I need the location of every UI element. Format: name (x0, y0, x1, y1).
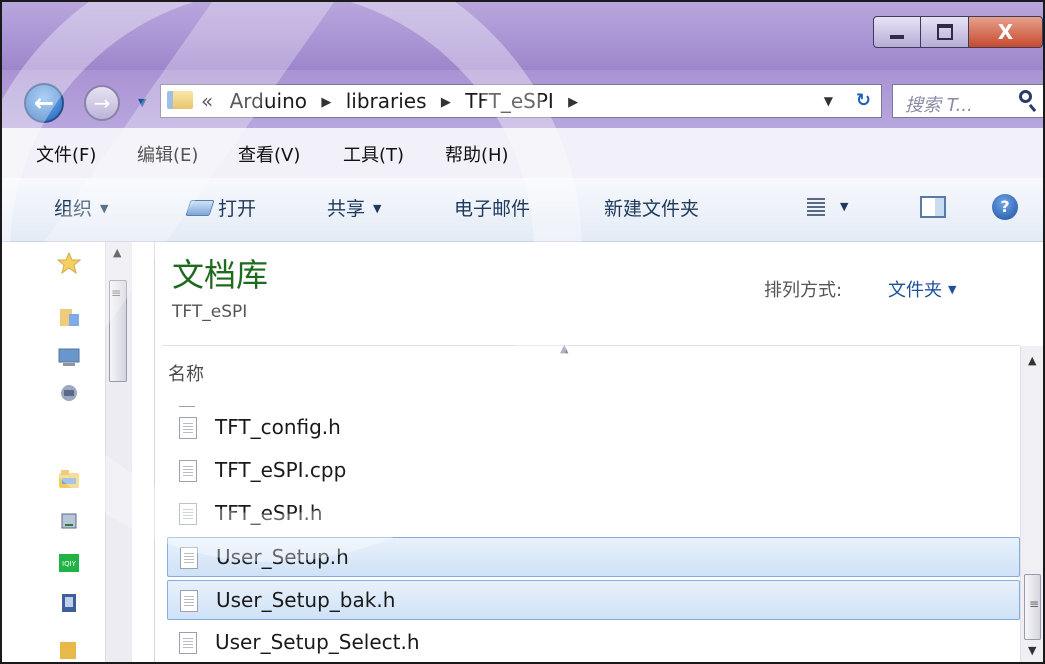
arrange-by-value: 文件夹 (888, 280, 942, 301)
window-controls: X (873, 16, 1043, 50)
menu-file[interactable]: 文件(F) (36, 141, 96, 167)
menu-tools[interactable]: 工具(T) (343, 141, 404, 167)
header-divider (162, 345, 1020, 346)
navigation-bar: ← → ▼ « Arduino ▶ libraries ▶ TFT_eSPI ▶… (2, 70, 1043, 128)
command-bar: 组织 ▼ 打开 共享 ▼ 电子邮件 新建文件夹 ▼ ? (2, 178, 1043, 242)
maximize-icon (936, 24, 953, 40)
search-icon[interactable] (1019, 90, 1032, 103)
recent-pages-dropdown[interactable]: ▼ (138, 96, 146, 109)
network-icon[interactable] (57, 382, 81, 404)
file-icon (179, 632, 197, 654)
file-name: TFT_eSPI.h (215, 501, 323, 525)
file-name: User_Setup_Select.h (215, 630, 420, 654)
menu-edit[interactable]: 编辑(E) (137, 141, 198, 167)
close-icon: X (997, 20, 1014, 44)
minimize-button[interactable] (873, 16, 921, 48)
back-arrow-icon: ← (33, 89, 55, 117)
computer-icon[interactable] (57, 346, 81, 368)
file-name: User_Setup.h (216, 545, 349, 569)
change-view-icon[interactable] (807, 198, 825, 216)
breadcrumb-tft-espi[interactable]: TFT_eSPI (465, 89, 554, 113)
title-bar: X (2, 2, 1043, 70)
file-name: TFT_config.h (215, 415, 341, 439)
file-row[interactable]: TFT_config.h (167, 408, 1020, 448)
file-row[interactable]: TFT_eSPI.h (167, 494, 1020, 534)
breadcrumb-separator-icon[interactable]: ▶ (441, 95, 451, 110)
file-row[interactable]: User_Setup_bak.h (167, 580, 1020, 620)
library-folder-icon[interactable] (57, 468, 81, 490)
open-label: 打开 (218, 198, 257, 220)
explorer-window: X ← → ▼ « Arduino ▶ libraries ▶ TFT_eSPI… (0, 0, 1045, 664)
breadcrumb-separator-icon[interactable]: ▶ (321, 95, 331, 110)
library-title: 文档库 (172, 256, 269, 294)
search-field[interactable]: 搜索 T... (892, 84, 1043, 118)
library-subtitle: TFT_eSPI (172, 302, 248, 322)
column-header-name[interactable]: 名称 (168, 360, 204, 386)
file-name: User_Setup_bak.h (216, 588, 396, 612)
breadcrumb-separator-icon[interactable]: ▶ (568, 95, 578, 110)
file-row[interactable]: TFT_eSPI.cpp (167, 451, 1020, 491)
file-list-scrollbar[interactable]: ▲ ≡ ▼ (1020, 346, 1043, 662)
sort-ascending-icon: ▲ (560, 342, 569, 355)
file-icon (179, 460, 197, 482)
scroll-down-icon[interactable]: ▼ (1028, 644, 1036, 657)
close-button[interactable]: X (969, 16, 1043, 48)
desktop-folder-icon[interactable] (57, 306, 81, 328)
organize-button[interactable]: 组织 ▼ (54, 194, 108, 221)
address-bar[interactable]: « Arduino ▶ libraries ▶ TFT_eSPI ▶ ▼ ↻ (160, 84, 882, 118)
chevron-down-icon: ▼ (373, 202, 382, 215)
minimize-icon (890, 35, 904, 39)
preview-pane-icon[interactable] (920, 196, 946, 218)
arrange-by-dropdown[interactable]: 文件夹 ▼ (888, 276, 956, 302)
file-icon (180, 547, 198, 569)
favorites-star-icon[interactable] (57, 252, 81, 274)
svg-text:IQIY: IQIY (62, 560, 77, 568)
new-folder-button[interactable]: 新建文件夹 (604, 194, 699, 221)
file-row[interactable]: User_Setup_Select.h (167, 623, 1020, 662)
forward-arrow-icon: → (93, 91, 111, 115)
navigation-pane-scrollbar[interactable]: ▲ ≡ (105, 242, 132, 662)
email-button[interactable]: 电子邮件 (454, 194, 530, 221)
grip-icon: ≡ (1029, 597, 1040, 611)
breadcrumb-arduino[interactable]: Arduino (230, 89, 307, 113)
maximize-button[interactable] (921, 16, 969, 48)
chevron-down-icon: ▼ (948, 283, 957, 296)
chevron-down-icon: ▼ (100, 202, 109, 215)
forward-button[interactable]: → (84, 85, 120, 121)
open-icon (185, 200, 215, 216)
arrange-by-label: 排列方式: (764, 280, 843, 301)
menu-bar: 文件(F) 编辑(E) 查看(V) 工具(T) 帮助(H) (2, 128, 1043, 179)
back-button[interactable]: ← (24, 83, 64, 123)
breadcrumb: « Arduino ▶ libraries ▶ TFT_eSPI ▶ (201, 89, 586, 113)
address-dropdown-icon[interactable]: ▼ (824, 94, 833, 108)
search-placeholder: 搜索 T... (905, 95, 973, 116)
drive-icon[interactable] (57, 510, 81, 532)
scroll-thumb[interactable]: ≡ (1024, 574, 1041, 640)
help-icon[interactable]: ? (992, 194, 1018, 220)
refresh-icon[interactable]: ↻ (856, 90, 871, 111)
organize-label: 组织 (54, 198, 93, 220)
grip-icon: ≡ (111, 286, 122, 300)
breadcrumb-overflow[interactable]: « (201, 89, 213, 113)
file-icon (179, 503, 197, 525)
menu-help[interactable]: 帮助(H) (445, 141, 509, 167)
scroll-up-icon[interactable]: ▲ (1028, 354, 1036, 367)
library-folder-icon (167, 91, 193, 109)
breadcrumb-libraries[interactable]: libraries (346, 89, 427, 113)
file-name: TFT_eSPI.cpp (215, 458, 347, 482)
folder-icon[interactable] (57, 638, 81, 660)
view-options-dropdown-icon[interactable]: ▼ (840, 200, 848, 213)
share-button[interactable]: 共享 ▼ (327, 194, 381, 221)
partial-row (179, 398, 195, 407)
menu-view[interactable]: 查看(V) (238, 141, 300, 167)
pane-divider[interactable] (154, 242, 155, 662)
file-icon (179, 417, 197, 439)
scroll-up-icon[interactable]: ▲ (113, 246, 121, 259)
open-button[interactable]: 打开 (185, 194, 257, 221)
iqiyi-app-icon[interactable]: IQIY (57, 552, 81, 574)
book-icon[interactable] (57, 592, 81, 614)
file-row[interactable]: User_Setup.h (167, 537, 1020, 577)
share-label: 共享 (327, 198, 366, 220)
file-icon (180, 590, 198, 612)
